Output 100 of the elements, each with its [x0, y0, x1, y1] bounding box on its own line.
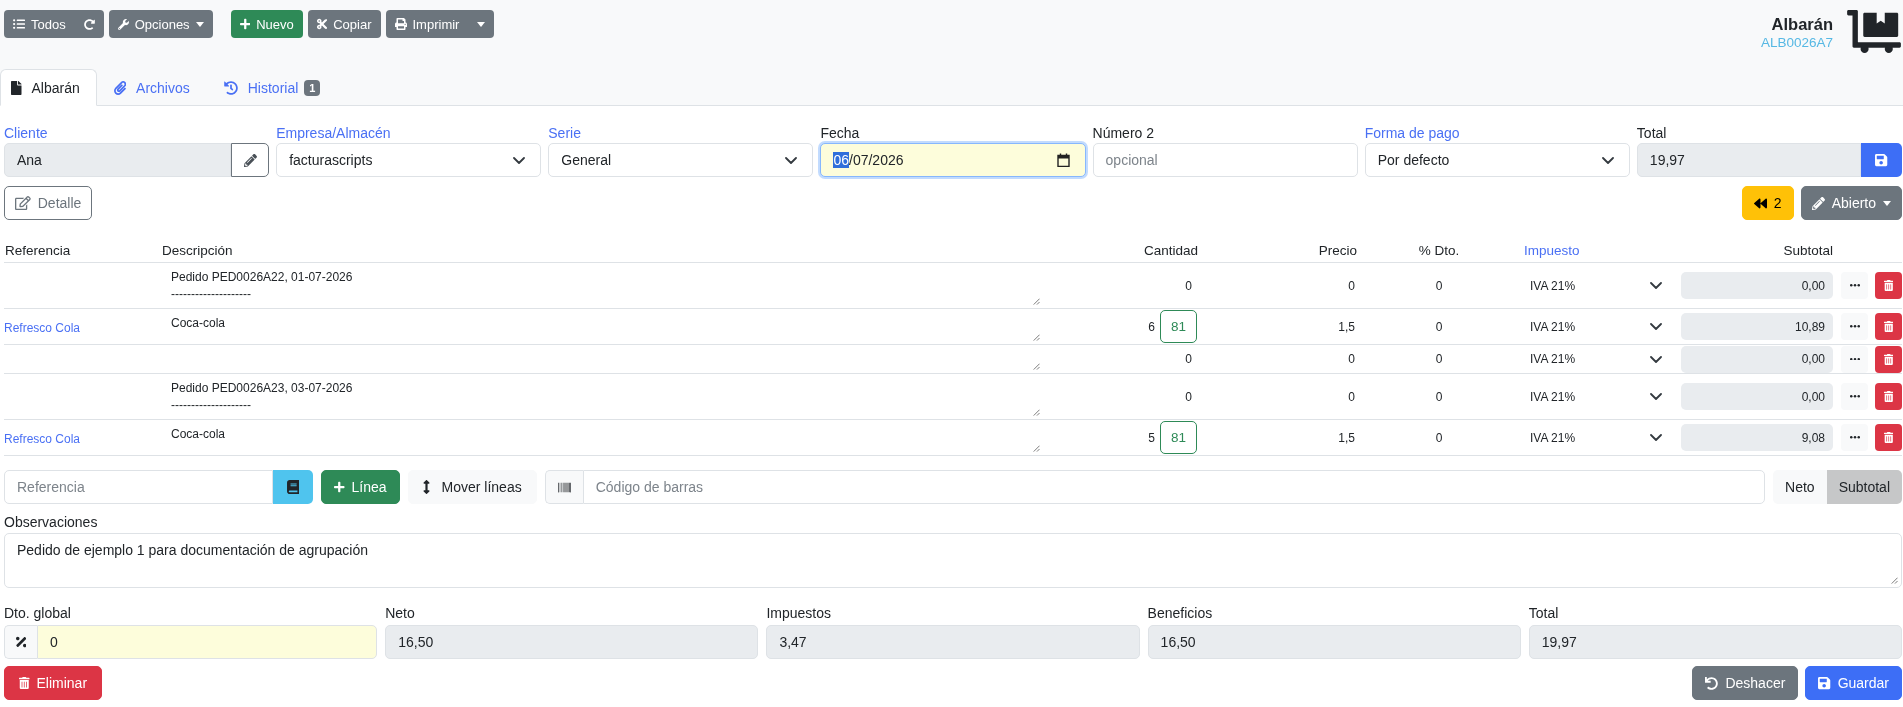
save-button[interactable]: Guardar — [1805, 666, 1902, 700]
calendar-icon[interactable] — [1056, 153, 1070, 167]
grouped-button[interactable]: 2 — [1741, 186, 1794, 220]
select-field[interactable]: Por defecto — [1364, 143, 1630, 177]
tax-select[interactable]: IVA 21% — [1520, 272, 1677, 299]
price-field[interactable]: 0 — [1200, 272, 1358, 299]
stock-button[interactable]: 81 — [1160, 310, 1197, 343]
copy-button[interactable]: Copiar — [307, 10, 381, 38]
price-field[interactable]: 0 — [1200, 346, 1358, 372]
book-icon — [286, 480, 300, 494]
trash-icon — [19, 677, 30, 689]
tax-select[interactable]: IVA 21% — [1520, 313, 1677, 340]
field-label[interactable]: Forma de pago — [1364, 123, 1460, 143]
resize-handle-icon[interactable] — [1033, 334, 1040, 341]
trash-icon — [1883, 432, 1894, 443]
more-button[interactable] — [1841, 424, 1868, 451]
more-button[interactable] — [1841, 272, 1868, 299]
print-menu-button[interactable] — [468, 10, 495, 38]
save-icon — [1875, 153, 1888, 167]
discount-field[interactable]: 0 — [37, 625, 378, 659]
quantity-field[interactable]: 0 — [1137, 346, 1197, 372]
quantity-field[interactable]: 0 — [1137, 272, 1197, 299]
stock-button[interactable]: 81 — [1160, 421, 1197, 454]
subtotal-field[interactable]: 0,00 — [1681, 345, 1833, 373]
tab[interactable]: Archivos — [96, 69, 207, 106]
options-button[interactable]: Opciones — [108, 10, 213, 38]
delete-row-button[interactable] — [1875, 383, 1902, 410]
discount-field[interactable]: 0 — [1358, 424, 1520, 451]
notes-field[interactable]: Pedido de ejemplo 1 para documentación de agrupación — [4, 533, 1902, 588]
detail-button[interactable]: Detalle — [4, 186, 93, 220]
subtotal-field[interactable]: 0,00 — [1681, 383, 1833, 410]
description-field[interactable]: Pedido PED0026A23, 03-07-2026 -------------------- — [161, 374, 1043, 419]
barcode-field[interactable]: Código de barras — [582, 470, 1766, 504]
field-label[interactable]: Empresa/Almacén — [276, 123, 391, 143]
price-field[interactable]: 1,5 — [1200, 424, 1358, 451]
quantity-field[interactable]: 6 — [1126, 313, 1156, 340]
subtotal-field[interactable]: 0,00 — [1681, 272, 1833, 299]
resize-handle-icon[interactable] — [1033, 409, 1040, 416]
delete-button[interactable]: Eliminar — [4, 666, 103, 700]
resize-handle-icon[interactable] — [1033, 363, 1040, 370]
refresh-button[interactable] — [74, 10, 104, 38]
select-field[interactable]: facturascripts — [276, 143, 542, 177]
delete-row-button[interactable] — [1875, 272, 1902, 299]
more-button[interactable] — [1841, 345, 1868, 373]
amount-field[interactable]: 16,50 — [1147, 625, 1521, 659]
client-field[interactable]: Ana — [4, 143, 232, 177]
price-field[interactable]: 0 — [1200, 383, 1358, 410]
undo-button[interactable]: Deshacer — [1692, 666, 1799, 700]
reference-link[interactable]: Refresco Cola — [4, 320, 81, 335]
delete-row-button[interactable] — [1875, 313, 1902, 340]
subtotal-field[interactable]: 10,89 — [1681, 313, 1833, 340]
status-button[interactable]: Abierto — [1800, 186, 1902, 220]
discount-field[interactable]: 0 — [1358, 383, 1520, 410]
resize-handle-icon[interactable] — [1033, 298, 1040, 305]
new-button[interactable]: Nuevo — [230, 10, 303, 38]
delete-row-button[interactable] — [1875, 345, 1902, 373]
quantity-field[interactable]: 5 — [1126, 424, 1156, 451]
more-button[interactable] — [1841, 383, 1868, 410]
paperclip-icon — [113, 80, 127, 95]
total-field[interactable]: 19,97 — [1636, 143, 1861, 177]
description-field[interactable]: Pedido PED0026A22, 01-07-2026 -------------------- — [161, 263, 1043, 308]
amount-field[interactable]: 19,97 — [1528, 625, 1902, 659]
discount-field[interactable]: 0 — [1358, 313, 1520, 340]
field-label[interactable]: Serie — [548, 123, 581, 143]
field-label[interactable]: Cliente — [4, 123, 48, 143]
edit-button[interactable] — [231, 143, 270, 177]
view-toggle-button[interactable]: Neto — [1773, 470, 1827, 504]
price-field[interactable]: 1,5 — [1200, 313, 1358, 340]
print-button[interactable]: Imprimir — [385, 10, 469, 38]
reference-field[interactable]: Referencia — [4, 470, 273, 504]
description-field[interactable]: Coca-cola — [161, 309, 1043, 344]
save-button[interactable] — [1861, 143, 1902, 177]
delete-row-button[interactable] — [1875, 424, 1902, 451]
description-field[interactable]: Coca-cola — [161, 420, 1043, 455]
catalog-button[interactable] — [273, 470, 313, 504]
subtotal-field[interactable]: 9,08 — [1681, 424, 1833, 451]
tab[interactable]: Albarán — [0, 69, 97, 106]
column-header[interactable]: Impuesto — [1524, 243, 1580, 258]
add-line-button[interactable]: Línea — [321, 470, 400, 504]
reference-link[interactable]: Refresco Cola — [4, 431, 81, 446]
date-field[interactable]: 06/07/2026 — [820, 143, 1086, 177]
quantity-field[interactable]: 0 — [1137, 383, 1197, 410]
view-toggle-button[interactable]: Subtotal — [1826, 470, 1902, 504]
tax-select[interactable]: IVA 21% — [1520, 345, 1677, 373]
move-lines-button[interactable]: Mover líneas — [407, 470, 537, 504]
more-button[interactable] — [1841, 313, 1868, 340]
tax-select[interactable]: IVA 21% — [1520, 424, 1677, 451]
tax-select[interactable]: IVA 21% — [1520, 383, 1677, 410]
discount-field[interactable]: 0 — [1358, 272, 1520, 299]
amount-field[interactable]: 16,50 — [385, 625, 759, 659]
tab[interactable]: Historial 1 — [206, 69, 338, 106]
printer-icon — [394, 18, 407, 30]
text-field[interactable]: opcional — [1092, 143, 1358, 177]
discount-field[interactable]: 0 — [1358, 346, 1520, 372]
resize-handle-icon[interactable] — [1891, 577, 1898, 584]
list-all-button[interactable]: Todos — [4, 10, 75, 38]
select-field[interactable]: General — [548, 143, 814, 177]
amount-field[interactable]: 3,47 — [766, 625, 1140, 659]
resize-handle-icon[interactable] — [1033, 445, 1040, 452]
caret-icon — [1883, 200, 1891, 206]
